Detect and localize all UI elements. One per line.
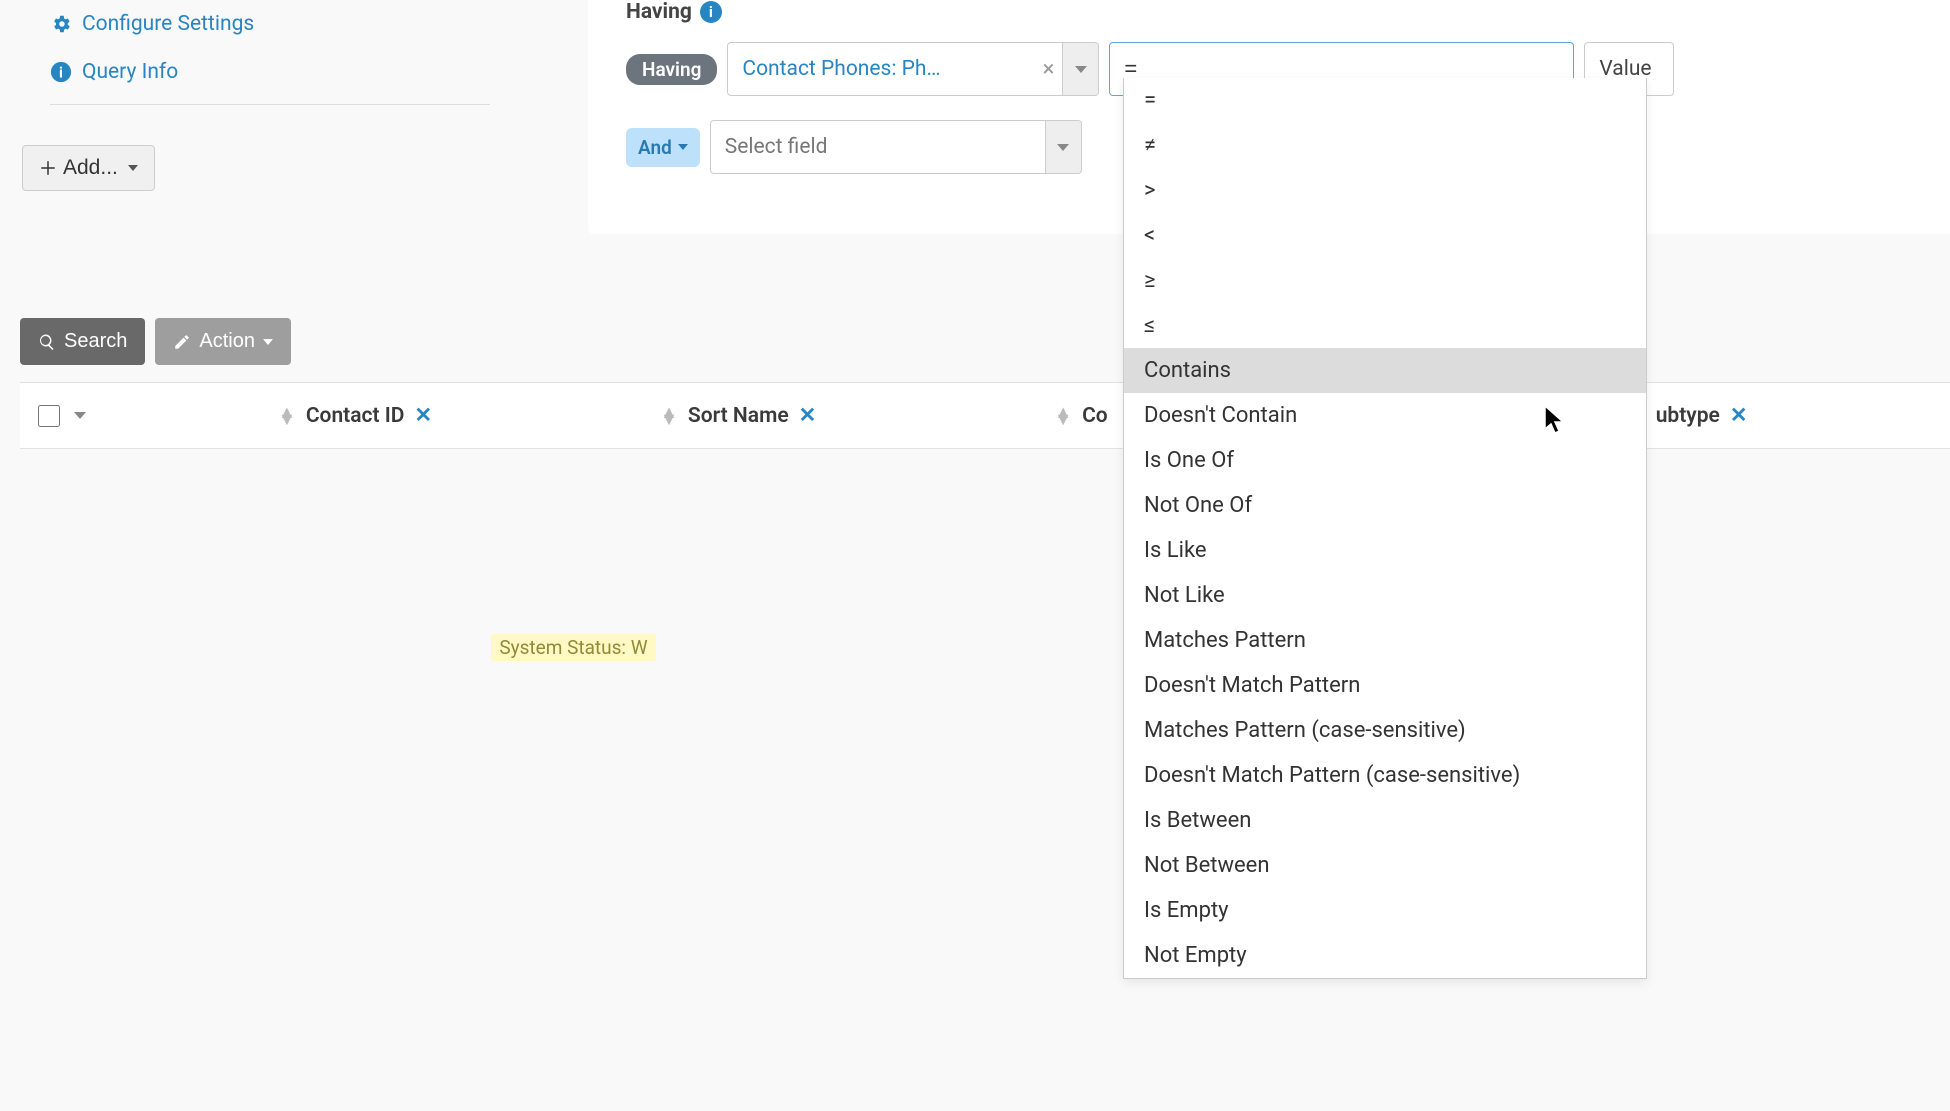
caret-down-icon [678,144,688,150]
info-icon: i [50,61,72,83]
configure-settings-label: Configure Settings [82,12,254,36]
field-selector[interactable]: Contact Phones: Ph… × [727,42,1099,96]
operator-option[interactable]: < [1124,213,1646,258]
operator-option[interactable]: Doesn't Match Pattern [1124,663,1646,708]
action-label: Action [199,330,255,353]
add-button[interactable]: Add... [22,145,155,191]
operator-option[interactable]: Doesn't Match Pattern (case-sensitive) [1124,753,1646,798]
operator-option[interactable]: Contains [1124,348,1646,393]
field-dropdown-toggle[interactable] [1062,43,1098,95]
sort-icon: ▲▼ [278,409,296,423]
operator-option[interactable]: Is Between [1124,798,1646,843]
remove-column-icon[interactable]: ✕ [1730,403,1748,428]
search-button[interactable]: Search [20,318,145,365]
add-field-selector[interactable]: Select field [710,120,1082,174]
operator-option[interactable]: Matches Pattern [1124,618,1646,663]
search-label: Search [64,330,127,353]
column-header[interactable]: ▲▼ Co [1030,384,1131,448]
query-info-link[interactable]: i Query Info [20,48,520,96]
svg-text:i: i [59,64,63,82]
select-all-cell [20,385,104,447]
column-label: Co [1082,404,1108,428]
having-pill: Having [626,54,717,85]
caret-down-icon [1075,66,1087,73]
toolbar: Search Action [20,318,291,365]
footer: System Status: W n source AGPLv3 softwar… [0,634,1950,661]
operator-option[interactable]: ≤ [1124,303,1646,348]
results-table: ▲▼ Contact ID ✕ ▲▼ Sort Name ✕ ▲▼ Co ubt… [20,382,1950,449]
operator-option[interactable]: Doesn't Contain [1124,393,1646,438]
column-label: ubtype [1656,404,1720,428]
operator-option[interactable]: > [1124,168,1646,213]
column-header[interactable]: ▲▼ Contact ID ✕ [254,383,456,448]
remove-column-icon[interactable]: ✕ [799,403,817,428]
clear-field-icon[interactable]: × [1035,57,1063,82]
operator-option[interactable]: Not Empty [1124,933,1646,978]
sort-icon: ▲▼ [1054,409,1072,423]
having-section-label: Having i [626,0,722,24]
operator-option[interactable]: ≠ [1124,123,1646,168]
caret-down-icon [263,339,273,345]
gears-icon [50,13,72,35]
caret-down-icon [1057,144,1069,151]
select-field-placeholder: Select field [711,135,1045,159]
system-status-chip[interactable]: System Status: W [491,634,655,661]
operator-option[interactable]: ≥ [1124,258,1646,303]
and-pill[interactable]: And [626,128,700,167]
add-label: Add... [63,156,118,180]
sidebar-divider [50,104,490,105]
operator-dropdown: =≠><≥≤ContainsDoesn't ContainIs One OfNo… [1123,78,1647,979]
remove-column-icon[interactable]: ✕ [414,403,432,428]
add-field-dropdown-toggle[interactable] [1045,121,1081,173]
operator-option[interactable]: Is Like [1124,528,1646,573]
configure-settings-link[interactable]: Configure Settings [20,0,520,48]
column-label: Sort Name [688,404,789,428]
query-info-label: Query Info [82,60,178,84]
sort-icon: ▲▼ [660,409,678,423]
operator-option[interactable]: Is One Of [1124,438,1646,483]
search-icon [38,333,56,351]
and-label: And [638,136,672,159]
operator-option[interactable]: Not Like [1124,573,1646,618]
field-selected-label: Contact Phones: Ph… [728,57,1034,81]
info-icon[interactable]: i [700,1,722,23]
column-header[interactable]: ▲▼ Sort Name ✕ [636,383,840,448]
operator-option[interactable]: Is Empty [1124,888,1646,933]
pencil-icon [173,333,191,351]
caret-down-icon [128,165,138,171]
plus-icon [39,159,57,177]
operator-option[interactable]: Matches Pattern (case-sensitive) [1124,708,1646,753]
operator-option[interactable]: = [1124,78,1646,123]
operator-option[interactable]: Not Between [1124,843,1646,888]
column-header[interactable]: ubtype ✕ [1632,383,1772,448]
operator-option[interactable]: Not One Of [1124,483,1646,528]
column-label: Contact ID [306,404,405,428]
select-all-caret[interactable] [74,412,86,419]
action-button[interactable]: Action [155,318,291,365]
select-all-checkbox[interactable] [38,405,60,427]
having-text: Having [626,0,692,24]
